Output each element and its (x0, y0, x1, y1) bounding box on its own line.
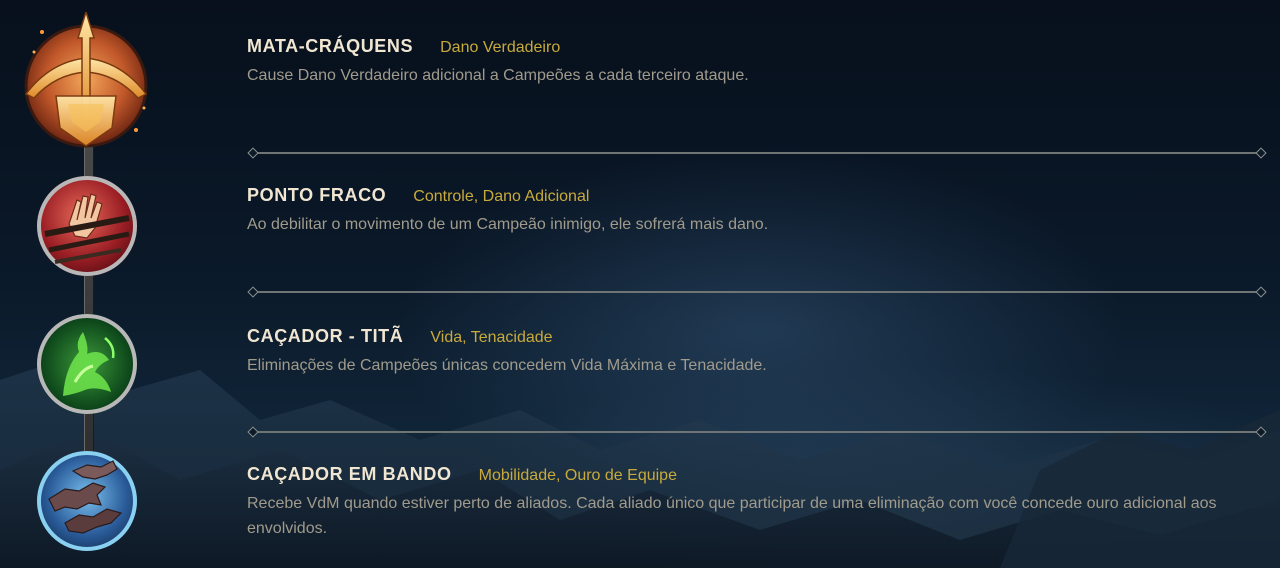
titan-claw-icon[interactable] (35, 312, 139, 416)
wolf-pack-icon[interactable] (35, 449, 139, 553)
rune-entry: MATA-CRÁQUENS Dano Verdadeiro Cause Dano… (247, 36, 1267, 88)
rune-description: Cause Dano Verdadeiro adicional a Campeõ… (247, 67, 749, 84)
rune-tags: Controle, Dano Adicional (413, 188, 590, 205)
rune-name: CAÇADOR - TITÃ (247, 326, 404, 346)
rune-name: MATA-CRÁQUENS (247, 36, 414, 56)
bound-hand-icon[interactable] (35, 174, 139, 278)
rune-description: Eliminações de Campeões únicas concedem … (247, 357, 767, 374)
rune-tags: Vida, Tenacidade (430, 329, 553, 346)
rune-name: PONTO FRACO (247, 185, 387, 205)
crossbow-icon[interactable] (20, 12, 152, 152)
rune-description: Recebe VdM quando estiver perto de aliad… (247, 495, 1217, 537)
rune-tags: Mobilidade, Ouro de Equipe (478, 467, 677, 484)
rune-description: Ao debilitar o movimento de um Campeão i… (247, 216, 769, 233)
rune-entry: CAÇADOR - TITÃ Vida, Tenacidade Eliminaç… (247, 326, 1267, 378)
rune-entry: CAÇADOR EM BANDO Mobilidade, Ouro de Equ… (247, 464, 1267, 541)
rune-name: CAÇADOR EM BANDO (247, 464, 452, 484)
rune-entry: PONTO FRACO Controle, Dano Adicional Ao … (247, 185, 1267, 237)
section-divider (247, 426, 1267, 438)
section-divider (247, 286, 1267, 298)
rune-tags: Dano Verdadeiro (440, 39, 561, 56)
section-divider (247, 147, 1267, 159)
